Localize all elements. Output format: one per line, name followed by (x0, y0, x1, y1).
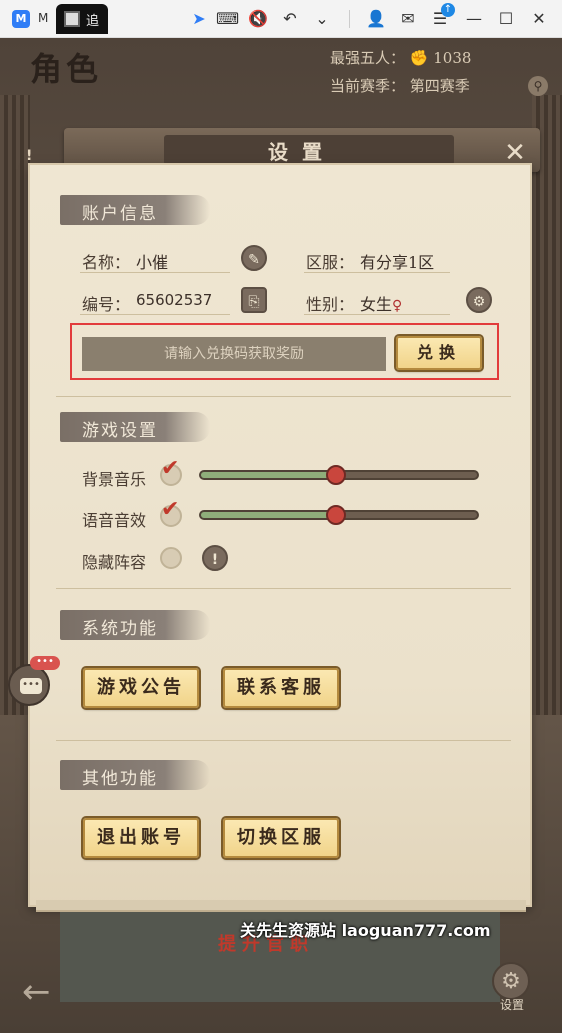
redeem-button[interactable]: 兑换 (396, 336, 482, 370)
strongest-five-value: 1038 (433, 49, 472, 67)
season-label: 当前赛季： (330, 77, 406, 95)
gear-icon[interactable]: ⚙ (466, 287, 492, 313)
section-account-info: 账户信息 (60, 195, 210, 225)
search-icon[interactable]: ⚲ (528, 76, 548, 96)
gender-label: 性别： (306, 295, 355, 314)
keyboard-icon[interactable]: ⌨ (216, 8, 239, 30)
gender-text: 女生 (360, 295, 393, 314)
settings-panel-scroll-edge (36, 900, 526, 912)
section-divider (56, 396, 511, 397)
name-label: 名称： (82, 253, 131, 272)
close-button[interactable]: ✕ (498, 138, 532, 168)
voice-label: 语音音效 (82, 511, 147, 530)
section-game-settings: 游戏设置 (60, 412, 210, 442)
bgm-slider-fill (201, 472, 337, 478)
server-label: 区服： (306, 253, 355, 272)
user-icon[interactable]: 👤 (365, 8, 387, 30)
hide-lineup-checkbox[interactable] (160, 547, 182, 569)
fist-icon: ✊ (409, 49, 429, 67)
switch-server-button[interactable]: 切换区服 (223, 818, 339, 858)
minimize-icon[interactable]: — (463, 8, 485, 30)
gender-underline (304, 314, 450, 315)
watermark-text: 关先生资源站 laoguan777.com (240, 921, 491, 940)
settings-panel (30, 165, 530, 905)
emulator-app-letter: M (38, 11, 49, 25)
page-title: 角色 (30, 50, 103, 88)
strongest-five-info: 最强五人： ✊ 1038 (330, 47, 471, 68)
mute-icon[interactable]: 🔇 (247, 8, 269, 30)
emulator-logo-icon: M (12, 10, 30, 28)
announcement-button[interactable]: 游戏公告 (83, 668, 199, 708)
settings-gear-icon[interactable]: ⚙ (492, 962, 530, 1000)
back-arrow-icon[interactable]: ← (22, 972, 51, 1012)
female-icon: ♀ (392, 298, 403, 314)
undo-icon[interactable]: ↶ (279, 8, 301, 30)
edit-name-brush-icon[interactable]: ✎ (241, 245, 267, 271)
voice-checkmark-icon: ✔ (161, 497, 180, 522)
section-title: 其他功能 (82, 769, 158, 789)
name-underline (80, 272, 230, 273)
game-tab[interactable]: 追 (56, 4, 108, 34)
bgm-label: 背景音乐 (82, 470, 147, 489)
gender-value: 女生♀ (360, 291, 402, 315)
emulator-toolbar: M M 追 ➤ ⌨ 🔇 ↶ ⌄ 👤 ✉ ☰ ↑ — ☐ ✕ (0, 0, 562, 38)
redeem-code-input[interactable] (82, 337, 386, 371)
toolbar-divider (349, 10, 350, 28)
close-window-icon[interactable]: ✕ (528, 8, 550, 30)
background-wall-right (532, 95, 562, 715)
id-value: 65602537 (136, 291, 213, 309)
id-underline (80, 314, 230, 315)
chat-bubble-icon: ••• (20, 678, 42, 694)
name-value: 小催 (136, 253, 169, 272)
section-divider (56, 588, 511, 589)
modal-title: 设置 (268, 140, 336, 164)
id-label: 编号： (82, 295, 131, 314)
alert-icon: ! (26, 148, 33, 164)
server-underline (304, 272, 450, 273)
info-icon[interactable]: ! (202, 545, 228, 571)
logout-button[interactable]: 退出账号 (83, 818, 199, 858)
section-title: 账户信息 (82, 204, 158, 224)
section-other-functions: 其他功能 (60, 760, 210, 790)
chevron-down-icon[interactable]: ⌄ (311, 8, 333, 30)
contact-support-button[interactable]: 联系客服 (223, 668, 339, 708)
game-tab-label: 追 (86, 14, 100, 29)
maximize-icon[interactable]: ☐ (495, 8, 517, 30)
section-system-functions: 系统功能 (60, 610, 210, 640)
update-badge-icon: ↑ (441, 3, 455, 17)
cursor-icon[interactable]: ➤ (188, 8, 210, 30)
section-title: 游戏设置 (82, 421, 158, 441)
bgm-checkmark-icon: ✔ (161, 456, 180, 481)
mail-icon[interactable]: ✉ (397, 8, 419, 30)
chat-button[interactable]: ••• (8, 664, 50, 706)
settings-label: 设置 (500, 998, 525, 1012)
chat-badge: ••• (30, 656, 60, 670)
copy-id-scroll-icon[interactable]: ⎘ (241, 287, 267, 313)
strongest-five-label: 最强五人： (330, 49, 406, 67)
season-value: 第四赛季 (409, 77, 470, 95)
section-divider (56, 740, 511, 741)
section-title: 系统功能 (82, 619, 158, 639)
game-tab-icon (64, 11, 80, 27)
hide-lineup-label: 隐藏阵容 (82, 553, 147, 572)
server-value: 有分享1区 (360, 253, 435, 272)
voice-slider-fill (201, 512, 337, 518)
background-wall-left (0, 95, 30, 715)
season-info: 当前赛季： 第四赛季 (330, 75, 470, 96)
